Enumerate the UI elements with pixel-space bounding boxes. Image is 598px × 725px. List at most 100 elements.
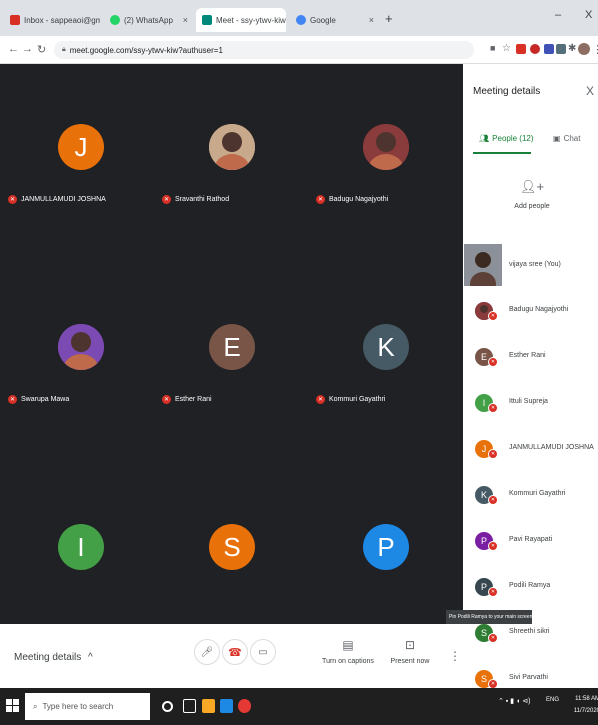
- profile-avatar[interactable]: [578, 43, 590, 55]
- microphone-button[interactable]: 🎤︎: [194, 639, 220, 665]
- file-explorer-icon[interactable]: [202, 699, 215, 713]
- meeting-grid: J ✕ JANMULLAMUDI JOSHNA ✕ Sravanthi Rathod ✕ B…: [0, 64, 463, 624]
- cortana-icon[interactable]: [162, 701, 173, 712]
- meeting-details-button[interactable]: Meeting details ^: [14, 652, 93, 663]
- participant-name: Esther Rani: [175, 396, 212, 403]
- present-icon: ⊡: [404, 638, 416, 652]
- captions-button[interactable]: ▤ Turn on captions: [316, 638, 380, 665]
- participant-tile[interactable]: S: [154, 464, 308, 624]
- participant-tile[interactable]: I: [0, 464, 154, 624]
- tab-google[interactable]: Google ×: [290, 8, 380, 32]
- present-label: Present now: [390, 658, 430, 665]
- participant-name: Podili Ramya: [509, 582, 551, 589]
- task-view-icon[interactable]: [183, 699, 196, 713]
- participant-list-item[interactable]: P ✕ Pavi Rayapati: [463, 522, 598, 562]
- menu-dots-icon[interactable]: ⋮: [592, 43, 598, 56]
- whatsapp-icon: [110, 15, 120, 25]
- mic-off-icon: ✕: [488, 633, 498, 643]
- participant-tile[interactable]: E ✕ Esther Rani: [154, 264, 308, 450]
- avatar-initial: J: [74, 131, 88, 162]
- close-tab-icon[interactable]: ×: [369, 15, 374, 25]
- participant-tile[interactable]: ✕ Swarupa Mawa: [0, 264, 154, 450]
- tab-title: (2) WhatsApp: [124, 15, 173, 25]
- more-options-button[interactable]: ⋮: [449, 649, 461, 663]
- url-field[interactable]: 🔒︎ meet.google.com/ssy-ytwv-kiw?authuser…: [54, 41, 474, 59]
- mic-off-icon: ✕: [488, 357, 498, 367]
- avatar-initial: K: [480, 490, 487, 500]
- participant-avatar: [363, 124, 409, 170]
- self-participant-row[interactable]: vijaya sree (You): [463, 242, 598, 290]
- mic-off-icon: ✕: [488, 541, 498, 551]
- participant-name: JANMULLAMUDI JOSHNA: [509, 444, 594, 451]
- participant-name-label: ✕ Kommuri Gayathri: [316, 395, 385, 404]
- extension-icon[interactable]: [516, 44, 526, 54]
- tab-gmail[interactable]: Inbox - sappeaoi@gmail.com: [4, 8, 100, 32]
- extension-icon[interactable]: [544, 44, 554, 54]
- minimize-button[interactable]: –: [555, 9, 561, 21]
- camera-indicator-icon[interactable]: ■: [490, 43, 495, 53]
- pin-tooltip: Pin Podili Ramya to your main screen: [446, 610, 532, 624]
- participant-tile[interactable]: K ✕ Kommuri Gayathri: [308, 264, 462, 450]
- present-now-button[interactable]: ⊡ Present now: [378, 638, 442, 665]
- person-photo: [58, 324, 104, 370]
- avatar-initial: P: [480, 536, 487, 546]
- mic-off-icon: ✕: [488, 679, 498, 688]
- extension-icon[interactable]: [530, 44, 540, 54]
- add-people-button[interactable]: 👤︎+ Add people: [507, 179, 557, 210]
- windows-start-icon[interactable]: [6, 699, 20, 713]
- bookmark-star-icon[interactable]: ☆: [502, 43, 511, 54]
- tab-meet[interactable]: Meet - ssy-ytwv-kiw ×: [196, 8, 286, 32]
- windows-taskbar: ⌕ Type here to search ⌃ ▪ ▮ ◖ ⊲) ENG 11:…: [0, 688, 598, 725]
- puzzle-icon[interactable]: ✱: [568, 43, 576, 54]
- taskbar-search[interactable]: ⌕ Type here to search: [25, 693, 150, 720]
- close-panel-button[interactable]: X: [586, 84, 594, 98]
- participant-list-item[interactable]: P ✕ Podili Ramya: [463, 568, 598, 608]
- participant-list-item[interactable]: I ✕ Ittuli Supreja: [463, 384, 598, 424]
- participant-avatar: P: [363, 524, 409, 570]
- participant-name: Kommuri Gayathri: [509, 490, 566, 497]
- taskbar-clock[interactable]: 11:58 AM 11/7/2020: [566, 693, 598, 717]
- mic-off-icon: ✕: [8, 195, 17, 204]
- people-icon: 👥︎: [479, 134, 490, 143]
- back-arrow-icon[interactable]: ←: [8, 43, 19, 55]
- participant-name: Shreethi sikri: [509, 628, 550, 635]
- forward-arrow-icon[interactable]: →: [22, 43, 33, 55]
- avatar-initial: P: [377, 531, 395, 562]
- participant-tile[interactable]: P: [308, 464, 462, 624]
- tab-chat-label: Chat: [563, 134, 581, 143]
- new-tab-button[interactable]: +: [385, 11, 393, 26]
- store-icon[interactable]: [220, 699, 233, 713]
- meeting-controls-bar: Meeting details ^ 🎤︎ ☎︎ ▭ ▤ Turn on capt…: [0, 624, 463, 688]
- reload-icon[interactable]: ↻: [37, 43, 46, 56]
- clock-time: 11:58 AM: [575, 696, 598, 702]
- leave-call-button[interactable]: ☎︎: [222, 639, 248, 665]
- extension-icon[interactable]: [556, 44, 566, 54]
- captions-icon: ▤: [342, 638, 354, 652]
- camera-button[interactable]: ▭: [250, 639, 276, 665]
- system-tray-icons[interactable]: ⌃ ▪ ▮ ◖ ⊲): [498, 697, 530, 705]
- person-photo: [464, 244, 502, 286]
- tab-whatsapp[interactable]: (2) WhatsApp ×: [104, 8, 194, 32]
- participant-name: JANMULLAMUDI JOSHNA: [21, 196, 106, 203]
- close-tab-icon[interactable]: ×: [183, 15, 188, 25]
- participant-list-item[interactable]: K ✕ Kommuri Gayathri: [463, 476, 598, 516]
- tab-chat[interactable]: ▣ Chat: [553, 134, 580, 143]
- chat-icon: ▣: [553, 134, 561, 143]
- participant-list-item[interactable]: J ✕ JANMULLAMUDI JOSHNA: [463, 430, 598, 470]
- add-person-icon: 👤︎+: [519, 179, 545, 194]
- clock-date: 11/7/2020: [573, 708, 598, 714]
- participant-tile[interactable]: ✕ Sravanthi Rathod: [154, 64, 308, 250]
- tab-people[interactable]: 👥︎ People (12): [479, 134, 534, 143]
- participant-name: Sivi Parvathi: [509, 674, 548, 681]
- participant-tile[interactable]: ✕ Badugu Nagajyothi: [308, 64, 462, 250]
- add-people-label: Add people: [514, 203, 550, 210]
- language-indicator[interactable]: ENG: [546, 697, 559, 703]
- mic-off-icon: ✕: [488, 403, 498, 413]
- participant-list-item[interactable]: ✕ Badugu Nagajyothi: [463, 292, 598, 332]
- participant-list-item[interactable]: E ✕ Esther Rani: [463, 338, 598, 378]
- chrome-icon[interactable]: [238, 699, 251, 713]
- participant-tile[interactable]: J ✕ JANMULLAMUDI JOSHNA: [0, 64, 154, 250]
- close-window-button[interactable]: X: [585, 9, 592, 21]
- active-tab-indicator: [473, 152, 531, 154]
- participant-list-item[interactable]: S ✕ Sivi Parvathi: [463, 660, 598, 688]
